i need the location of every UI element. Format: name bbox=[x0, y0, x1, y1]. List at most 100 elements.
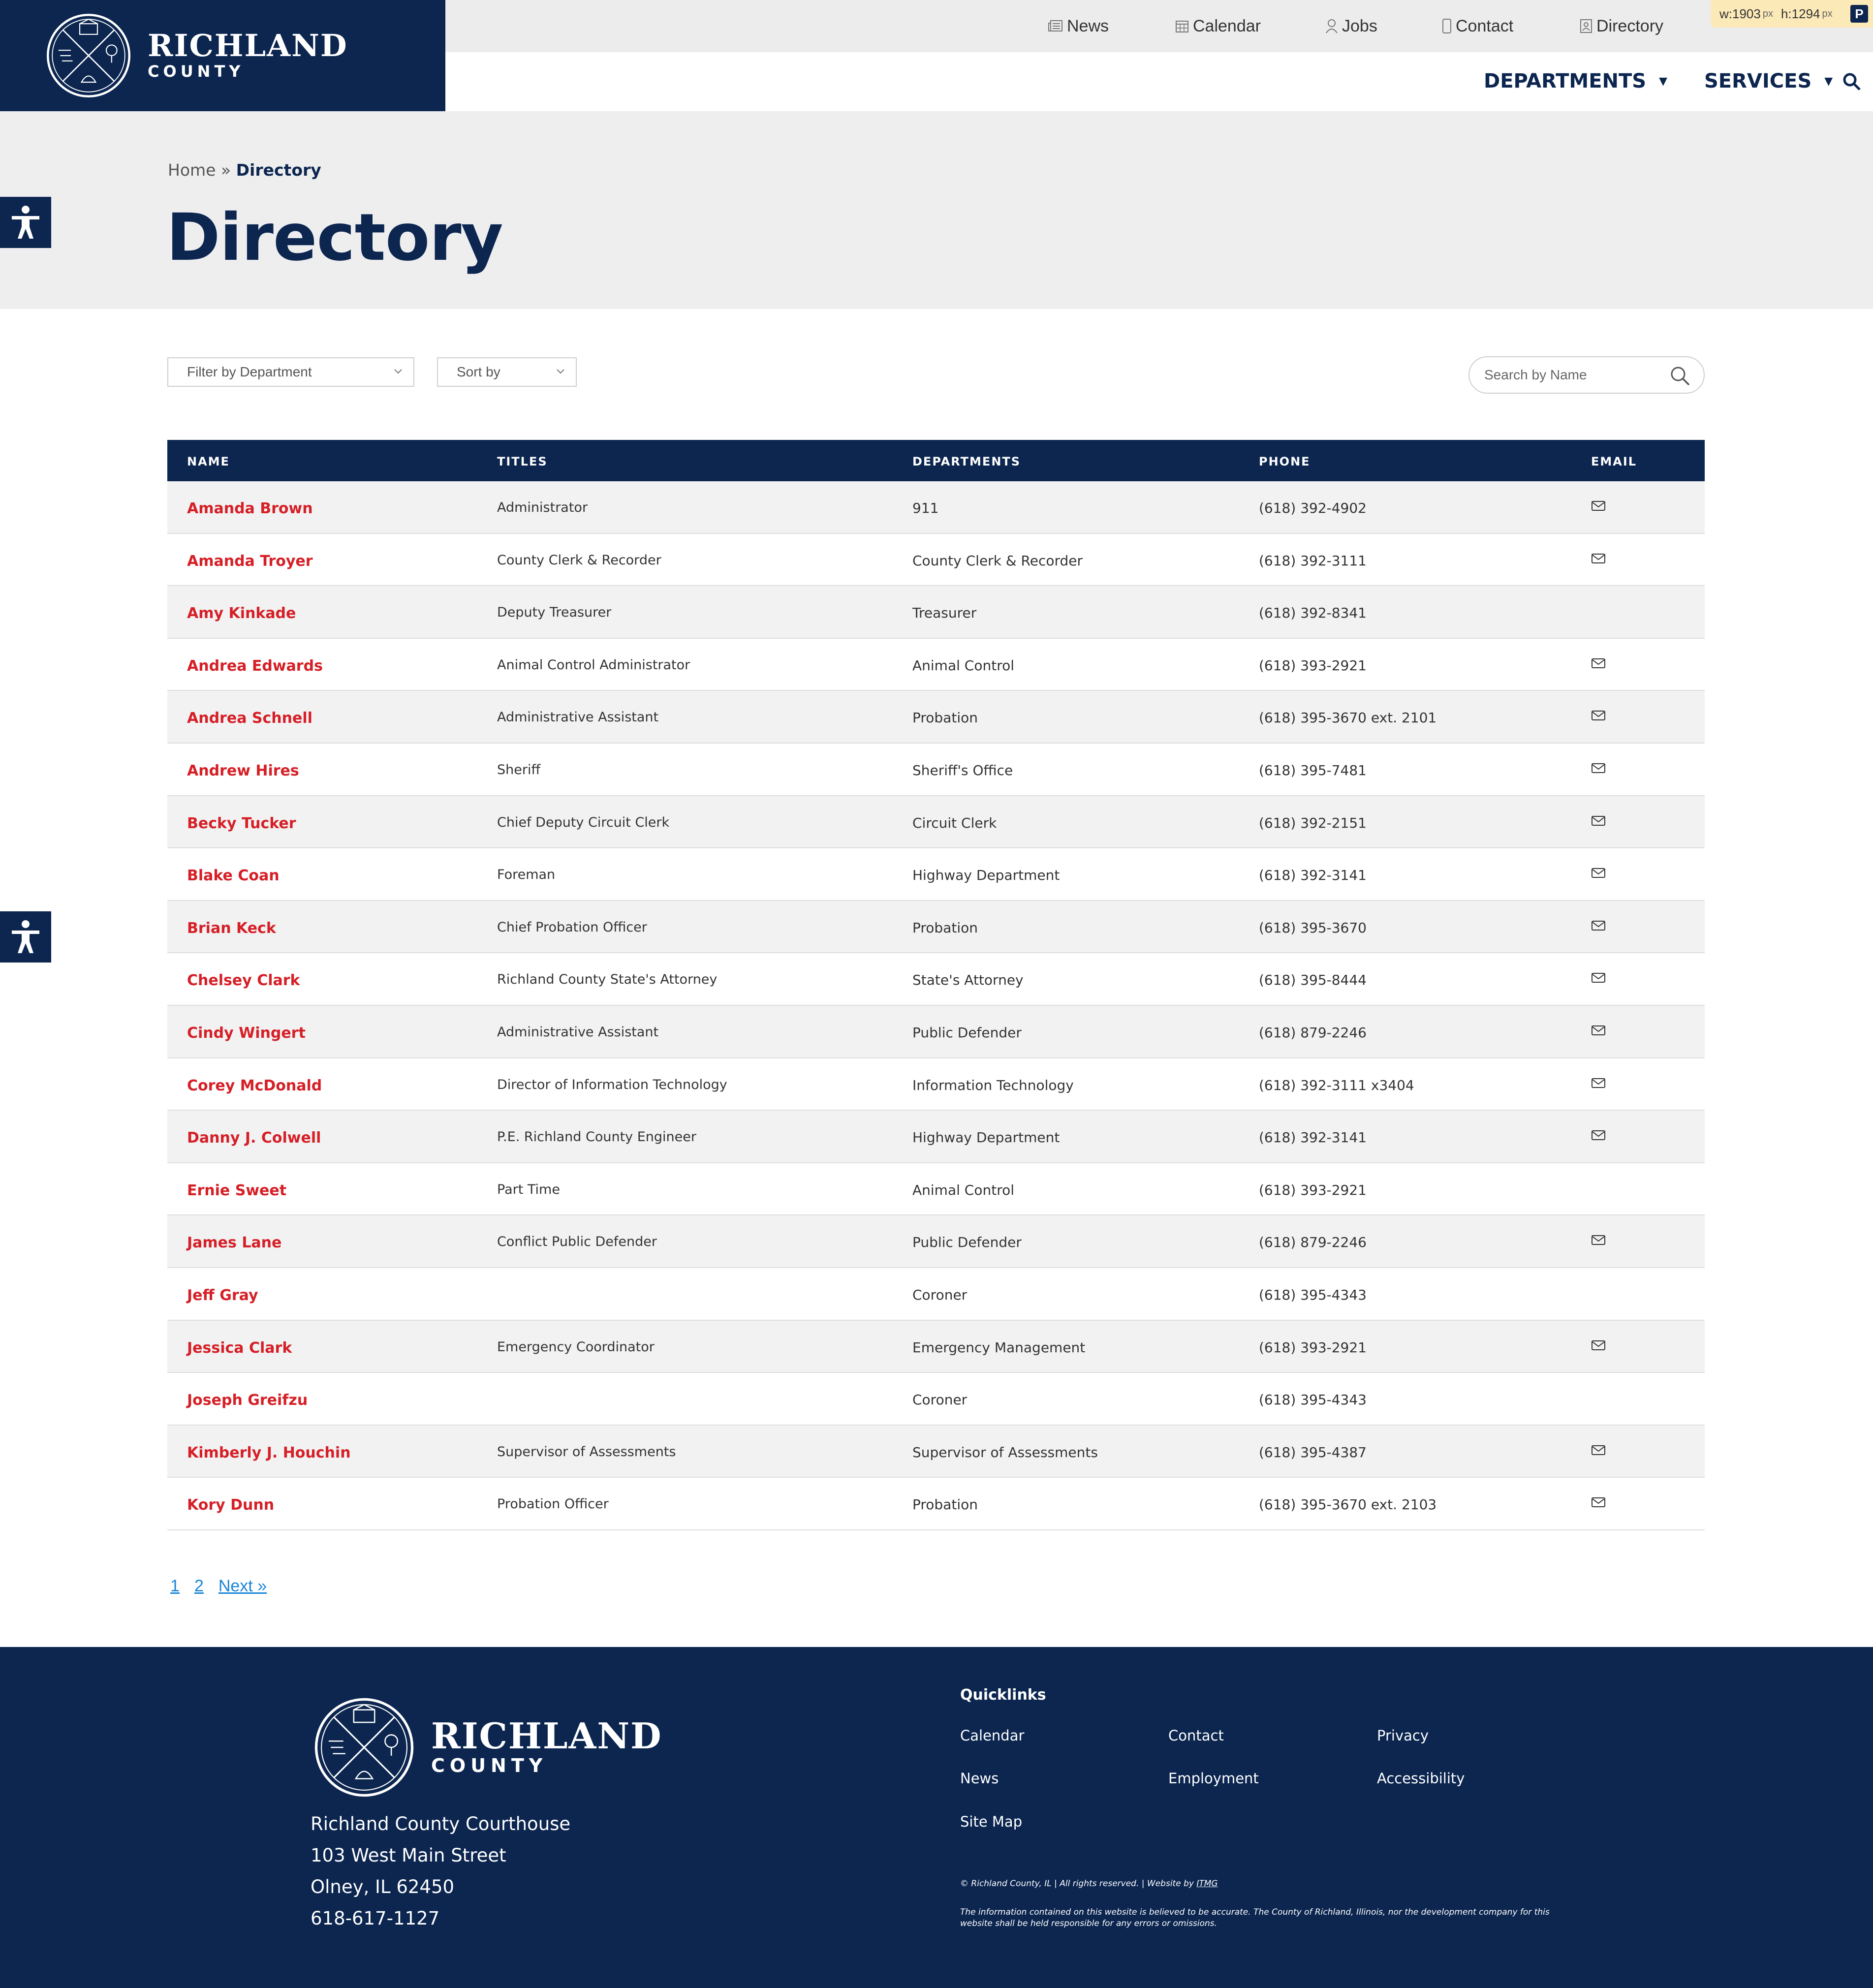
person-name-link[interactable]: Joseph Greifzu bbox=[187, 1392, 308, 1409]
util-calendar-link[interactable]: Calendar bbox=[1175, 15, 1261, 37]
person-department: Highway Department bbox=[912, 867, 1060, 884]
person-name-link[interactable]: Cindy Wingert bbox=[187, 1025, 306, 1042]
breadcrumb-sep: » bbox=[216, 160, 236, 180]
table-header: NAME TITLES DEPARTMENTS PHONE EMAIL bbox=[167, 440, 1705, 481]
email-icon[interactable] bbox=[1591, 866, 1606, 882]
person-name-link[interactable]: Andrew Hires bbox=[187, 762, 299, 779]
table-row: Andrew Hires Sheriff Sheriff's Office (618)… bbox=[167, 743, 1705, 796]
person-title: Director of Information Technology bbox=[497, 1077, 727, 1092]
person-name-link[interactable]: Kimberly J. Houchin bbox=[187, 1444, 351, 1461]
person-name-link[interactable]: Corey McDonald bbox=[187, 1077, 322, 1094]
email-icon[interactable] bbox=[1591, 1495, 1606, 1512]
util-contact-link[interactable]: Contact bbox=[1442, 15, 1513, 37]
email-icon[interactable] bbox=[1591, 1128, 1606, 1145]
header-logo[interactable]: RICHLAND COUNTY bbox=[0, 0, 445, 111]
extension-icon[interactable]: P bbox=[1850, 5, 1868, 23]
footer-logo-sub: COUNTY bbox=[431, 1755, 548, 1776]
nav-services[interactable]: SERVICES ▼ bbox=[1704, 70, 1833, 93]
itmg-link[interactable]: ITMG bbox=[1196, 1879, 1217, 1889]
quicklink-contact[interactable]: Contact bbox=[1168, 1727, 1224, 1744]
email-icon[interactable] bbox=[1591, 814, 1606, 830]
col-phone-header[interactable]: PHONE bbox=[1259, 455, 1311, 468]
sort-select[interactable]: Sort by bbox=[437, 357, 577, 387]
person-name-link[interactable]: Kory Dunn bbox=[187, 1496, 274, 1514]
col-name-header[interactable]: NAME bbox=[187, 455, 230, 468]
person-name-link[interactable]: Ernie Sweet bbox=[187, 1182, 286, 1199]
person-name-link[interactable]: Jeff Gray bbox=[187, 1287, 258, 1304]
util-jobs-link[interactable]: Jobs bbox=[1325, 15, 1377, 37]
page-1-link[interactable]: 1 bbox=[170, 1577, 180, 1595]
email-icon[interactable] bbox=[1591, 919, 1606, 935]
email-icon[interactable] bbox=[1591, 656, 1606, 673]
email-icon[interactable] bbox=[1591, 761, 1606, 777]
nav-departments[interactable]: DEPARTMENTS ▼ bbox=[1484, 70, 1667, 93]
person-name-link[interactable]: Danny J. Colwell bbox=[187, 1129, 321, 1147]
person-title: Foreman bbox=[497, 867, 556, 883]
footer-logo[interactable]: RICHLAND COUNTY bbox=[312, 1695, 662, 1800]
col-titles-header[interactable]: TITLES bbox=[497, 455, 548, 468]
person-phone: (618) 392-2151 bbox=[1259, 814, 1367, 831]
email-icon[interactable] bbox=[1591, 552, 1606, 568]
person-name-link[interactable]: Amanda Brown bbox=[187, 500, 313, 517]
search-icon[interactable] bbox=[1669, 365, 1691, 387]
person-department: Emergency Management bbox=[912, 1339, 1086, 1356]
email-icon[interactable] bbox=[1591, 1338, 1606, 1355]
copyright-text: © Richland County, IL | All rights reser… bbox=[960, 1879, 1197, 1889]
quicklink-employment[interactable]: Employment bbox=[1168, 1770, 1259, 1787]
person-name-link[interactable]: Andrea Edwards bbox=[187, 657, 323, 675]
util-news-link[interactable]: News bbox=[1048, 15, 1109, 37]
page-2-link[interactable]: 2 bbox=[194, 1577, 204, 1595]
accessibility-button[interactable] bbox=[0, 197, 51, 248]
table-row: Ernie Sweet Part Time Animal Control (618) … bbox=[167, 1163, 1705, 1216]
email-icon[interactable] bbox=[1591, 499, 1606, 515]
chevron-down-icon bbox=[557, 369, 564, 374]
person-department: State's Attorney bbox=[912, 972, 1024, 989]
person-department: Supervisor of Assessments bbox=[912, 1444, 1098, 1460]
department-filter-value: Filter by Department bbox=[187, 364, 312, 379]
col-departments-header[interactable]: DEPARTMENTS bbox=[912, 455, 1021, 468]
col-email-header[interactable]: EMAIL bbox=[1591, 455, 1637, 468]
quicklink-privacy[interactable]: Privacy bbox=[1377, 1727, 1429, 1744]
calendar-icon bbox=[1176, 21, 1188, 32]
util-directory-link[interactable]: Directory bbox=[1580, 15, 1663, 37]
person-name-link[interactable]: Chelsey Clark bbox=[187, 972, 300, 989]
person-name-link[interactable]: Becky Tucker bbox=[187, 815, 296, 832]
quicklink-calendar[interactable]: Calendar bbox=[960, 1727, 1024, 1744]
breadcrumb-home[interactable]: Home bbox=[168, 160, 216, 180]
quicklink-site-map[interactable]: Site Map bbox=[960, 1813, 1022, 1830]
next-page-link[interactable]: Next » bbox=[219, 1577, 267, 1595]
table-row: Chelsey Clark Richland County State's Att… bbox=[167, 953, 1705, 1006]
quicklink-accessibility[interactable]: Accessibility bbox=[1377, 1770, 1465, 1787]
person-phone: (618) 392-3141 bbox=[1259, 1129, 1367, 1146]
table-row: James Lane Conflict Public Defender Public… bbox=[167, 1215, 1705, 1268]
email-icon[interactable] bbox=[1591, 1076, 1606, 1092]
search-icon[interactable] bbox=[1842, 72, 1862, 92]
email-icon[interactable] bbox=[1591, 1443, 1606, 1460]
department-filter-select[interactable]: Filter by Department bbox=[167, 357, 414, 387]
quicklink-news[interactable]: News bbox=[960, 1770, 999, 1787]
person-name-link[interactable]: Jessica Clark bbox=[187, 1339, 292, 1357]
util-contact-label: Contact bbox=[1456, 16, 1514, 35]
table-row: Joseph Greifzu Coroner (618) 395-4343 bbox=[167, 1373, 1705, 1426]
email-icon[interactable] bbox=[1591, 1024, 1606, 1040]
table-row: Kimberly J. Houchin Supervisor of Assessm… bbox=[167, 1425, 1705, 1478]
person-title: P.E. Richland County Engineer bbox=[497, 1129, 696, 1145]
email-icon[interactable] bbox=[1591, 1233, 1606, 1249]
person-name-link[interactable]: Amanda Troyer bbox=[187, 553, 313, 570]
person-name-link[interactable]: Andrea Schnell bbox=[187, 710, 312, 727]
county-seal-icon bbox=[46, 13, 131, 98]
person-name-link[interactable]: Blake Coan bbox=[187, 867, 280, 884]
email-icon[interactable] bbox=[1591, 971, 1606, 987]
util-jobs-label: Jobs bbox=[1342, 16, 1377, 35]
table-row: Blake Coan Foreman Highway Department (618)… bbox=[167, 848, 1705, 901]
footer-logo-name: RICHLAND bbox=[431, 1715, 662, 1757]
person-name-link[interactable]: Amy Kinkade bbox=[187, 605, 296, 622]
person-phone: (618) 392-8341 bbox=[1259, 605, 1367, 621]
person-name-link[interactable]: Brian Keck bbox=[187, 920, 276, 937]
name-search-input[interactable]: Search by Name bbox=[1468, 356, 1705, 394]
contact-card-icon bbox=[1580, 19, 1592, 33]
person-name-link[interactable]: James Lane bbox=[187, 1234, 281, 1251]
accessibility-button[interactable] bbox=[0, 911, 51, 963]
person-title: Administrative Assistant bbox=[497, 710, 659, 725]
email-icon[interactable] bbox=[1591, 709, 1606, 725]
